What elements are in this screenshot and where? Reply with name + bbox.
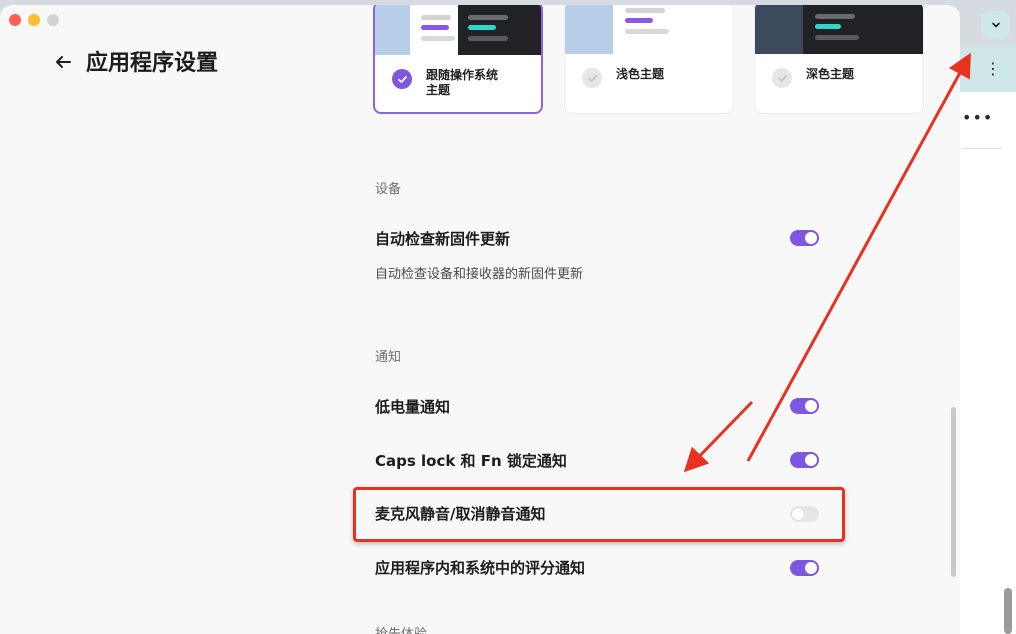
rating-notification-toggle[interactable] (790, 560, 819, 576)
caps-lock-notification-toggle[interactable] (790, 452, 819, 468)
zoom-window-button[interactable] (47, 14, 59, 26)
panel-divider (962, 148, 1002, 149)
firmware-update-toggle[interactable] (790, 230, 819, 246)
page-title: 应用程序设置 (86, 51, 219, 76)
low-battery-notification-title: 低电量通知 (375, 398, 451, 416)
theme-label: 跟随操作系统主题 (426, 68, 499, 97)
annotation-highlight-box (353, 487, 845, 542)
check-icon (392, 69, 412, 89)
theme-preview (375, 5, 541, 55)
theme-card-system[interactable]: 跟随操作系统主题 (373, 5, 543, 114)
section-label-notifications: 通知 (375, 350, 402, 365)
extension-button[interactable] (981, 11, 1010, 39)
ellipsis-icon[interactable]: ••• (962, 108, 992, 128)
check-icon (772, 68, 792, 88)
theme-card-light[interactable]: 浅色主题 (564, 5, 734, 114)
low-battery-notification-toggle[interactable] (790, 398, 819, 414)
section-label-early-access: 抢先体验 (375, 623, 427, 634)
theme-label: 浅色主题 (616, 67, 665, 81)
kebab-menu-icon[interactable]: ⋮ (985, 56, 1001, 80)
section-label-device: 设备 (375, 182, 402, 197)
theme-preview (565, 5, 733, 54)
close-window-button[interactable] (9, 14, 21, 26)
check-icon (582, 68, 602, 88)
back-button[interactable] (52, 51, 74, 73)
browser-scrollbar[interactable] (1004, 588, 1012, 634)
theme-label: 深色主题 (806, 67, 855, 81)
theme-preview (755, 5, 923, 54)
minimize-window-button[interactable] (28, 14, 40, 26)
browser-side-panel (958, 92, 1016, 634)
firmware-setting-description: 自动检查设备和接收器的新固件更新 (375, 267, 584, 282)
arrow-left-icon (56, 56, 71, 68)
caps-lock-notification-title: Caps lock 和 Fn 锁定通知 (375, 452, 567, 470)
chevron-down-icon (991, 22, 1000, 28)
theme-card-dark[interactable]: 深色主题 (754, 5, 924, 114)
settings-scrollbar[interactable] (951, 407, 956, 577)
firmware-setting-title: 自动检查新固件更新 (375, 230, 511, 248)
rating-notification-title: 应用程序内和系统中的评分通知 (375, 559, 586, 577)
